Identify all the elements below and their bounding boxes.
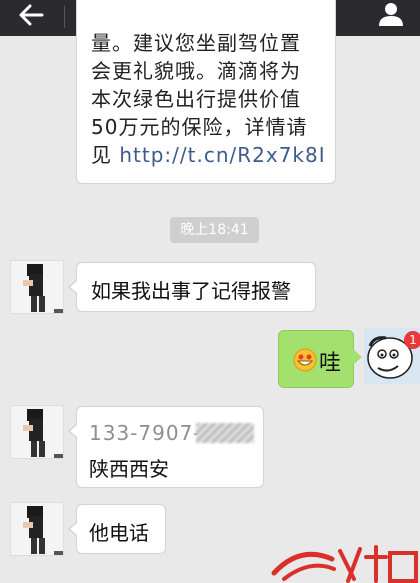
message-text: 他电话 bbox=[89, 521, 149, 545]
message-text: 哇 bbox=[319, 351, 342, 376]
link-prefix: 见 bbox=[91, 143, 120, 167]
system-message-bubble: 量。建议您坐副驾位置 会更礼貌哦。滴滴将为 本次绿色出行提供价值 50万元的保险… bbox=[76, 0, 336, 184]
notification-badge: 1 bbox=[404, 331, 420, 349]
contact-avatar[interactable] bbox=[10, 405, 64, 459]
system-message-line: 会更礼貌哦。滴滴将为 bbox=[91, 59, 301, 83]
redacted-phone-digits bbox=[196, 423, 254, 443]
system-message-line: 本次绿色出行提供价值 bbox=[91, 87, 301, 111]
contact-avatar[interactable] bbox=[10, 502, 64, 556]
insurance-link[interactable]: http://t.cn/R2x7k8I bbox=[119, 143, 325, 167]
profile-icon[interactable] bbox=[378, 2, 404, 26]
avatar-corner bbox=[54, 309, 63, 313]
back-arrow-icon[interactable] bbox=[18, 4, 44, 26]
sent-message-bubble[interactable]: 哇 bbox=[278, 330, 362, 388]
avatar-corner bbox=[54, 551, 63, 555]
avatar-figure bbox=[23, 264, 45, 312]
location-text: 陕西西安 bbox=[89, 457, 169, 481]
message-bubble[interactable]: 133-7907- 陕西西安 bbox=[68, 406, 264, 488]
avatar-figure bbox=[23, 506, 45, 554]
header-divider bbox=[64, 6, 65, 28]
avatar-corner bbox=[54, 454, 63, 458]
grinning-face-icon bbox=[293, 348, 317, 372]
avatar-figure bbox=[23, 409, 45, 457]
message-bubble[interactable]: 如果我出事了记得报警 bbox=[68, 262, 316, 312]
system-message-line: 50万元的保险，详情请 bbox=[91, 115, 308, 139]
message-text: 如果我出事了记得报警 bbox=[91, 279, 291, 303]
system-message-line: 量。建议您坐副驾位置 bbox=[91, 31, 301, 55]
message-bubble[interactable]: 他电话 bbox=[68, 504, 166, 554]
huashang-watermark-logo bbox=[271, 545, 418, 583]
contact-avatar[interactable] bbox=[10, 260, 64, 314]
phone-number[interactable]: 133-7907- bbox=[89, 421, 202, 445]
message-timestamp: 晚上18:41 bbox=[170, 217, 259, 243]
system-message-line: 见 http://t.cn/R2x7k8I bbox=[91, 141, 325, 169]
